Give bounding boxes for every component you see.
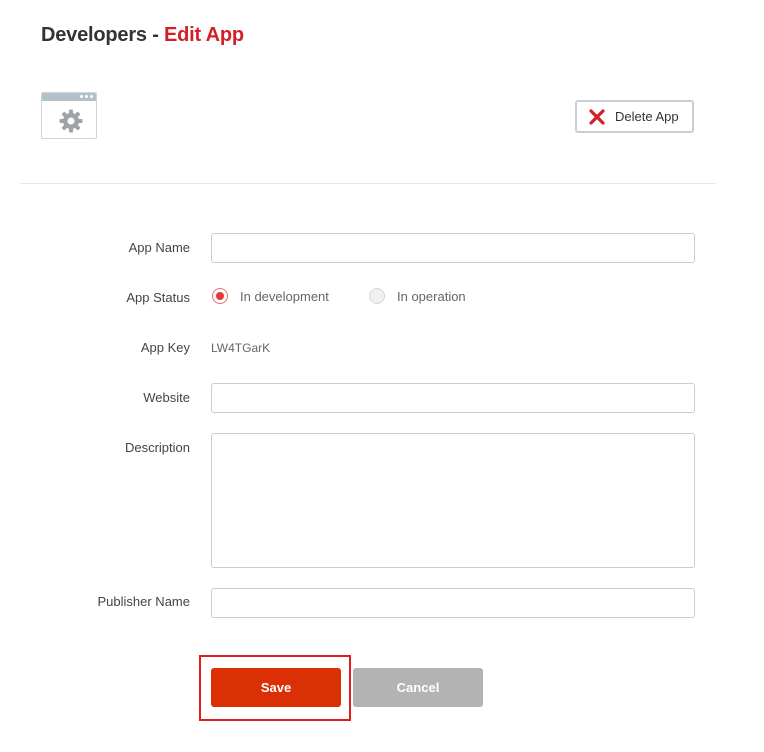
publisher-name-input[interactable]	[211, 588, 695, 618]
app-name-input[interactable]	[211, 233, 695, 263]
page-title-accent: Edit App	[164, 24, 244, 46]
website-input[interactable]	[211, 383, 695, 413]
publisher-name-label: Publisher Name	[97, 594, 191, 609]
header-divider	[20, 183, 716, 184]
radio-in-development-label: In development	[240, 288, 329, 304]
app-name-label: App Name	[128, 240, 190, 255]
website-label: Website	[143, 390, 190, 405]
close-x-icon	[589, 108, 605, 125]
radio-in-operation[interactable]: In operation	[369, 288, 466, 304]
delete-app-label: Delete App	[615, 109, 679, 124]
radio-in-operation-label: In operation	[397, 288, 466, 304]
save-button[interactable]: Save	[211, 668, 341, 707]
description-label: Description	[124, 440, 190, 455]
app-status-label: App Status	[126, 290, 190, 305]
radio-unchecked-icon[interactable]	[369, 288, 385, 304]
app-key-label: App Key	[140, 340, 190, 355]
gear-icon	[59, 109, 83, 133]
page-title: Developers - Edit App	[41, 24, 244, 47]
cancel-button[interactable]: Cancel	[353, 668, 483, 707]
description-textarea[interactable]	[211, 433, 695, 568]
radio-checked-icon[interactable]	[212, 288, 228, 304]
window-dots	[80, 95, 93, 99]
app-icon	[41, 92, 97, 139]
app-key-value: LW4TGarK	[211, 341, 271, 355]
page-title-prefix: Developers -	[41, 24, 159, 46]
radio-in-development[interactable]: In development	[212, 288, 329, 304]
delete-app-button[interactable]: Delete App	[575, 100, 694, 133]
